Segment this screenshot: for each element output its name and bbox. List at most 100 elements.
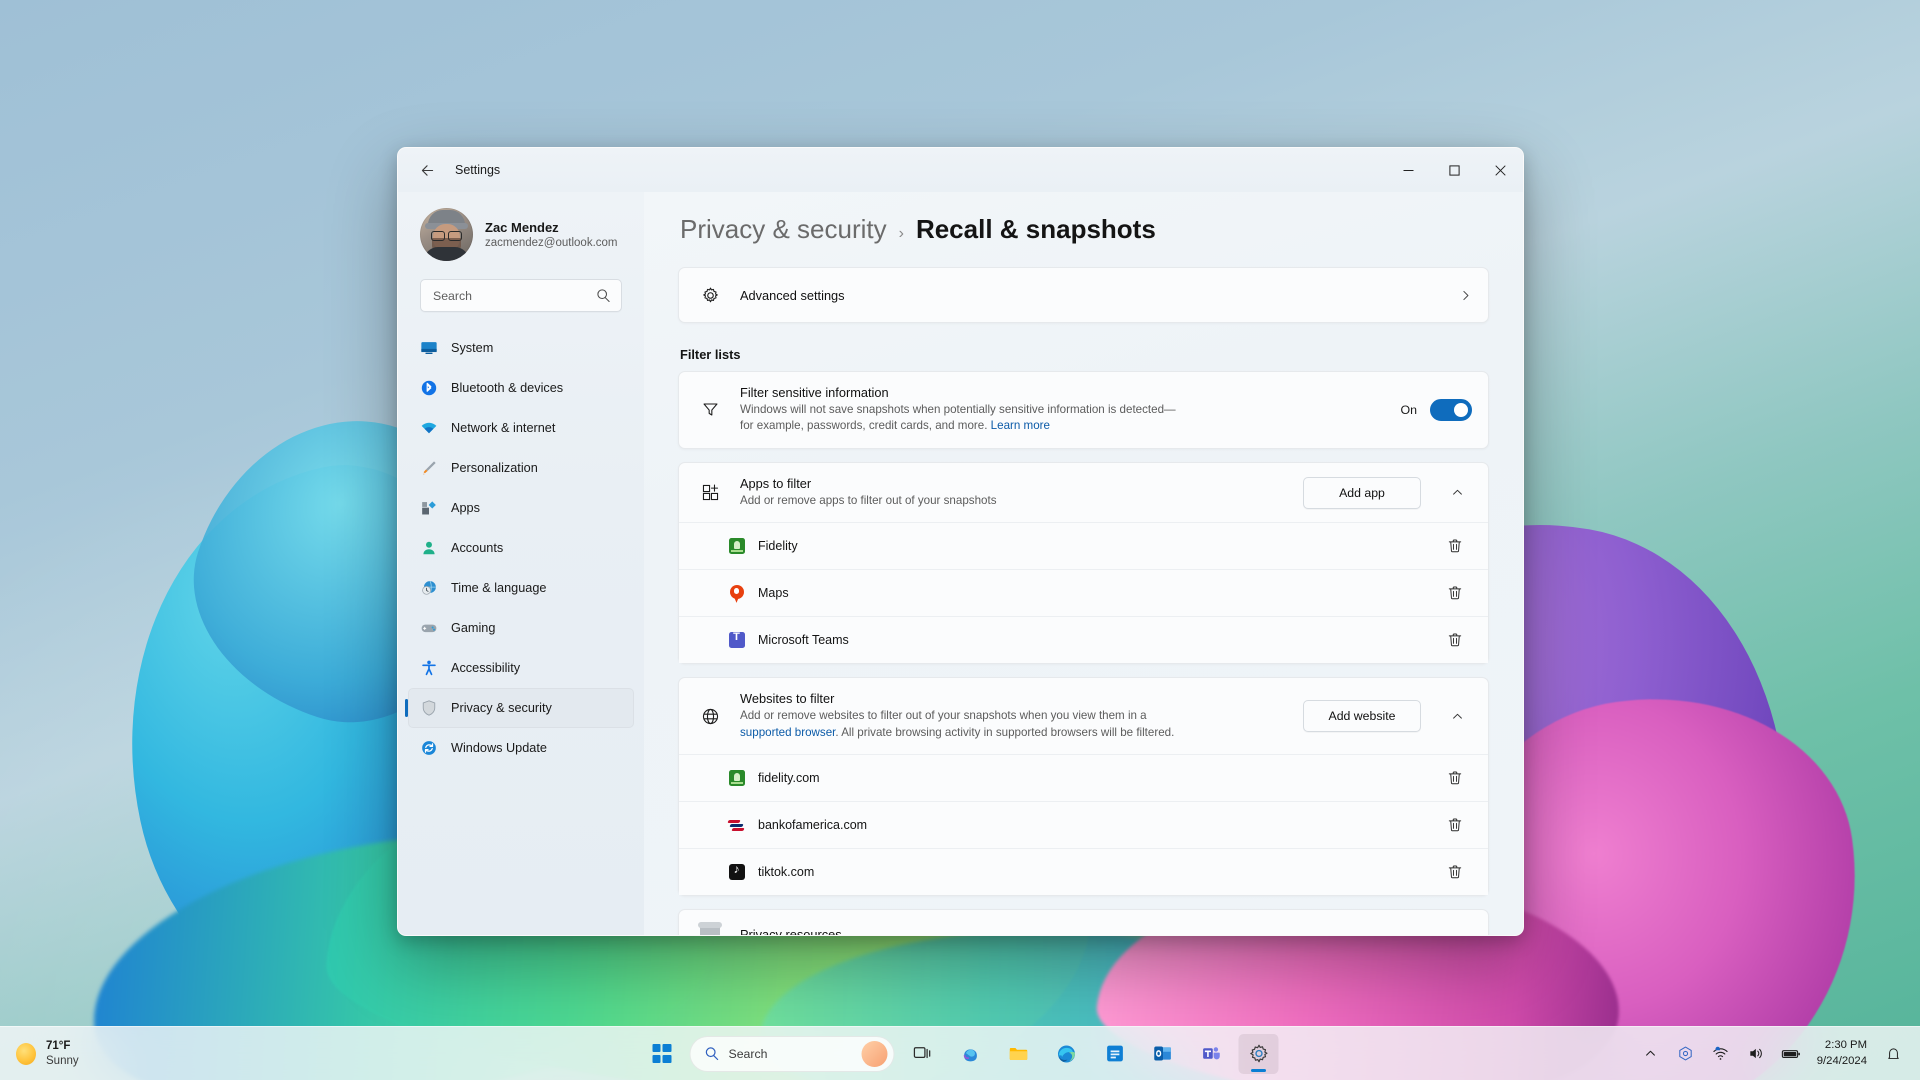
sidebar-item-label: Apps — [451, 501, 480, 515]
bell-icon[interactable] — [1878, 1038, 1908, 1070]
clock-globe-icon — [420, 579, 438, 597]
apps-to-filter-card: Apps to filter Add or remove apps to fil… — [678, 461, 1489, 665]
sidebar-item-label: Gaming — [451, 621, 496, 635]
filter-sensitive-toggle[interactable] — [1430, 398, 1472, 421]
sidebar-item-label: Privacy & security — [451, 701, 552, 715]
sidebar-item-apps[interactable]: Apps — [408, 488, 634, 528]
paintbrush-icon — [420, 459, 438, 477]
filter-list-row-label: fidelity.com — [758, 771, 820, 786]
task-view-icon[interactable] — [903, 1034, 943, 1074]
apps-expander-chevron-up-icon[interactable] — [1442, 478, 1472, 508]
filter-sensitive-desc-2: for example, passwords, credit cards, an… — [740, 419, 991, 433]
add-website-button[interactable]: Add website — [1303, 700, 1421, 733]
copilot-icon[interactable] — [951, 1034, 991, 1074]
edge-icon[interactable] — [1047, 1034, 1087, 1074]
window-titlebar: Settings — [398, 148, 1523, 192]
sun-icon — [16, 1042, 36, 1065]
onedrive-icon[interactable] — [1671, 1038, 1701, 1070]
sidebar-item-label: Time & language — [451, 581, 547, 595]
delete-icon[interactable] — [1439, 625, 1470, 656]
minimize-button[interactable] — [1385, 148, 1431, 192]
delete-icon[interactable] — [1439, 810, 1470, 841]
file-explorer-icon[interactable] — [999, 1034, 1039, 1074]
search-icon — [596, 288, 611, 303]
filter-list-row[interactable]: Maps — [679, 569, 1488, 617]
filter-list-row[interactable]: bankofamerica.com — [679, 801, 1488, 849]
taskbar: 71°F Sunny Search 2:30 PM 9/24/2024 — [0, 1026, 1920, 1080]
filter-list-row[interactable]: Microsoft Teams — [679, 616, 1488, 664]
advanced-settings-card[interactable]: Advanced settings — [678, 267, 1489, 323]
learn-more-link[interactable]: Learn more — [991, 419, 1050, 432]
sidebar-search[interactable] — [420, 279, 622, 312]
sidebar-item-label: Network & internet — [451, 421, 556, 435]
search-icon — [705, 1046, 720, 1061]
websites-desc-1: Add or remove websites to filter out of … — [740, 709, 1147, 723]
privacy-icon — [698, 922, 722, 935]
filter-sensitive-title: Filter sensitive information — [740, 385, 889, 400]
person-icon — [420, 539, 438, 557]
filter-list-row-label: Maps — [758, 586, 789, 601]
weather-widget[interactable]: 71°F Sunny — [0, 1033, 79, 1075]
chevron-right-icon — [1459, 289, 1472, 302]
settings-icon[interactable] — [1238, 1033, 1279, 1074]
filter-sensitive-card: Filter sensitive information Windows wil… — [678, 371, 1489, 449]
sidebar-item-personalization[interactable]: Personalization — [408, 448, 634, 488]
tray-chevron-up-icon[interactable] — [1636, 1038, 1666, 1070]
delete-icon[interactable] — [1439, 857, 1470, 888]
sidebar-item-privacy-security[interactable]: Privacy & security — [405, 688, 634, 728]
page-title: Recall & snapshots — [915, 214, 1156, 244]
microsoft-store-icon[interactable] — [1095, 1034, 1135, 1074]
window-controls — [1385, 148, 1523, 192]
clock[interactable]: 2:30 PM 9/24/2024 — [1811, 1038, 1873, 1069]
funnel-icon — [698, 400, 722, 419]
taskbar-search[interactable]: Search — [689, 1035, 895, 1072]
sidebar: Zac Mendez zacmendez@outlook.com System B… — [398, 192, 644, 935]
copilot-icon[interactable] — [861, 1040, 888, 1067]
sidebar-item-accessibility[interactable]: Accessibility — [408, 648, 634, 688]
sidebar-item-gaming[interactable]: Gaming — [408, 608, 634, 648]
update-icon — [420, 739, 438, 757]
websites-expander-chevron-up-icon[interactable] — [1442, 701, 1472, 731]
teams-icon[interactable] — [1191, 1034, 1231, 1074]
close-button[interactable] — [1477, 148, 1523, 192]
supported-browser-link[interactable]: supported browser — [740, 726, 835, 739]
sidebar-item-system[interactable]: System — [408, 328, 634, 368]
avatar — [420, 208, 473, 261]
sidebar-item-bluetooth-devices[interactable]: Bluetooth & devices — [408, 368, 634, 408]
sidebar-item-network-internet[interactable]: Network & internet — [408, 408, 634, 448]
privacy-resources-card[interactable]: Privacy resources — [678, 909, 1489, 935]
sidebar-item-accounts[interactable]: Accounts — [408, 528, 634, 568]
accessibility-icon — [420, 659, 438, 677]
filter-list-row[interactable]: tiktok.com — [679, 848, 1488, 896]
maximize-button[interactable] — [1431, 148, 1477, 192]
account-card[interactable]: Zac Mendez zacmendez@outlook.com — [398, 198, 644, 273]
start-button[interactable] — [642, 1034, 682, 1074]
advanced-settings-label: Advanced settings — [740, 287, 845, 303]
wifi-icon — [420, 419, 438, 437]
delete-icon[interactable] — [1439, 578, 1470, 609]
apps-icon — [420, 499, 438, 517]
taskbar-center: Search — [642, 1033, 1279, 1074]
filter-list-row[interactable]: fidelity.com — [679, 754, 1488, 802]
back-button[interactable] — [410, 155, 444, 185]
breadcrumb-parent[interactable]: Privacy & security — [680, 214, 887, 245]
privacy-resources-title: Privacy resources — [740, 926, 842, 935]
battery-icon[interactable] — [1776, 1038, 1806, 1070]
outlook-icon[interactable] — [1143, 1034, 1183, 1074]
sidebar-item-label: Personalization — [451, 461, 538, 475]
weather-temperature: 71°F — [46, 1040, 71, 1053]
search-input[interactable] — [433, 288, 596, 303]
bluetooth-icon — [420, 379, 438, 397]
maps-icon — [728, 584, 745, 603]
filter-list-row[interactable]: Fidelity — [679, 522, 1488, 570]
sidebar-item-time-language[interactable]: Time & language — [408, 568, 634, 608]
network-icon[interactable] — [1706, 1038, 1736, 1070]
volume-icon[interactable] — [1741, 1038, 1771, 1070]
add-app-button[interactable]: Add app — [1303, 476, 1421, 509]
delete-icon[interactable] — [1439, 763, 1470, 794]
filter-list-row-label: bankofamerica.com — [758, 818, 868, 833]
gear-icon — [698, 286, 722, 305]
delete-icon[interactable] — [1439, 531, 1470, 562]
sidebar-item-windows-update[interactable]: Windows Update — [408, 728, 634, 768]
filter-list-row-label: Fidelity — [758, 539, 798, 554]
